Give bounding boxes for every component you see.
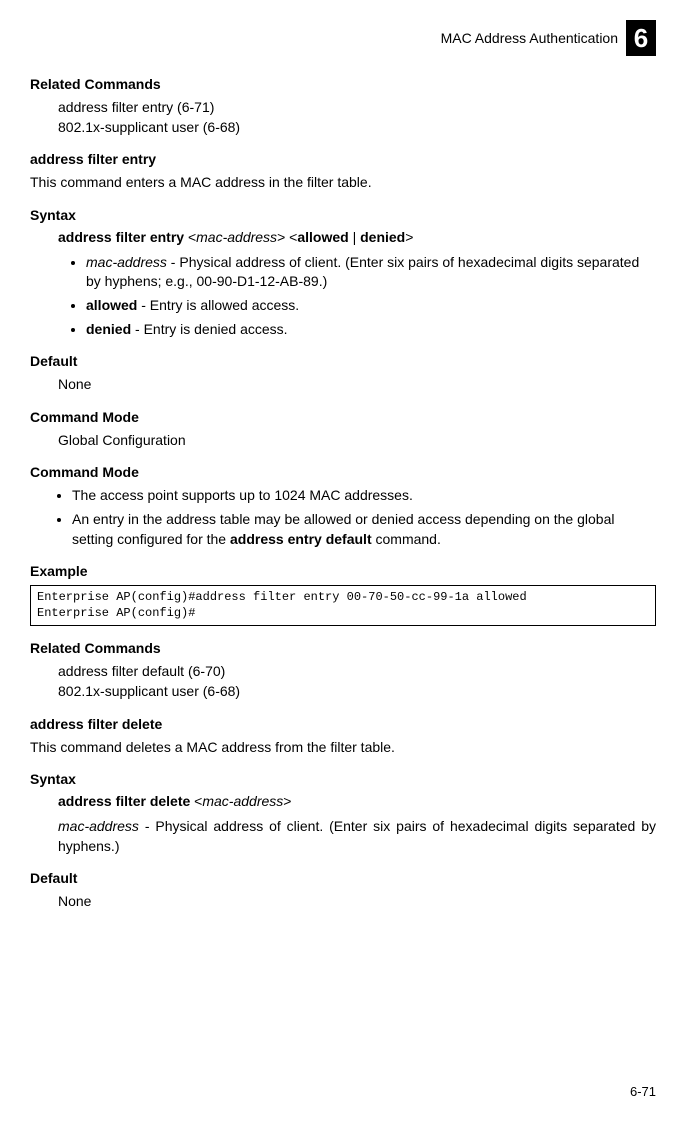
syntax-gt: > xyxy=(277,229,285,245)
page-header: MAC Address Authentication 6 xyxy=(30,20,656,56)
syntax-gt2: > xyxy=(405,229,413,245)
example-code: Enterprise AP(config)#address filter ent… xyxy=(30,585,656,626)
list-item: An entry in the address table may be all… xyxy=(72,510,656,549)
note-text: command. xyxy=(372,531,441,547)
param-keyword: allowed xyxy=(86,297,137,313)
related-command-item: address filter entry (6-71) xyxy=(58,98,656,118)
param-name: mac-address xyxy=(86,254,167,270)
command-title: address filter entry xyxy=(30,151,656,167)
note-keyword: address entry default xyxy=(230,531,372,547)
command-mode-value: Global Configuration xyxy=(58,431,656,451)
param-description: mac-address - Physical address of client… xyxy=(58,817,656,856)
related-commands-list: address filter entry (6-71) 802.1x-suppl… xyxy=(58,98,656,137)
syntax-gt: > xyxy=(283,793,291,809)
related-command-item: 802.1x-supplicant user (6-68) xyxy=(58,682,656,702)
list-item: mac-address - Physical address of client… xyxy=(86,253,656,292)
command-mode-heading: Command Mode xyxy=(30,409,656,425)
command-mode-heading-2: Command Mode xyxy=(30,464,656,480)
syntax-param-list: mac-address - Physical address of client… xyxy=(86,253,656,339)
page-number: 6-71 xyxy=(630,1084,656,1099)
list-item: denied - Entry is denied access. xyxy=(86,320,656,340)
default-value: None xyxy=(58,892,656,912)
syntax-heading: Syntax xyxy=(30,771,656,787)
syntax-param: mac-address xyxy=(202,793,283,809)
syntax-command: address filter delete xyxy=(58,793,190,809)
param-desc: - Entry is allowed access. xyxy=(137,297,299,313)
related-commands-heading: Related Commands xyxy=(30,76,656,92)
command-description: This command deletes a MAC address from … xyxy=(30,738,656,758)
chapter-number-box: 6 xyxy=(626,20,656,56)
syntax-pipe: | xyxy=(349,229,360,245)
command-mode-notes: The access point supports up to 1024 MAC… xyxy=(72,486,656,549)
default-value: None xyxy=(58,375,656,395)
syntax-text: address filter entry <mac-address> <allo… xyxy=(58,229,656,245)
list-item: The access point supports up to 1024 MAC… xyxy=(72,486,656,506)
param-desc: - Physical address of client. (Enter six… xyxy=(58,818,656,854)
syntax-denied: denied xyxy=(360,229,405,245)
syntax-heading: Syntax xyxy=(30,207,656,223)
command-description: This command enters a MAC address in the… xyxy=(30,173,656,193)
example-heading: Example xyxy=(30,563,656,579)
syntax-param: mac-address xyxy=(196,229,277,245)
syntax-lt: < xyxy=(188,229,196,245)
syntax-allowed: allowed xyxy=(297,229,348,245)
related-commands-list: address filter default (6-70) 802.1x-sup… xyxy=(58,662,656,701)
header-title: MAC Address Authentication xyxy=(441,30,618,46)
related-command-item: address filter default (6-70) xyxy=(58,662,656,682)
related-commands-heading: Related Commands xyxy=(30,640,656,656)
related-command-item: 802.1x-supplicant user (6-68) xyxy=(58,118,656,138)
syntax-text: address filter delete <mac-address> xyxy=(58,793,656,809)
param-desc: - Entry is denied access. xyxy=(131,321,287,337)
list-item: allowed - Entry is allowed access. xyxy=(86,296,656,316)
syntax-command: address filter entry xyxy=(58,229,184,245)
page-container: MAC Address Authentication 6 Related Com… xyxy=(0,0,686,962)
param-name: mac-address xyxy=(58,818,139,834)
param-desc: - Physical address of client. (Enter six… xyxy=(86,254,639,290)
default-heading: Default xyxy=(30,870,656,886)
param-keyword: denied xyxy=(86,321,131,337)
default-heading: Default xyxy=(30,353,656,369)
command-title: address filter delete xyxy=(30,716,656,732)
